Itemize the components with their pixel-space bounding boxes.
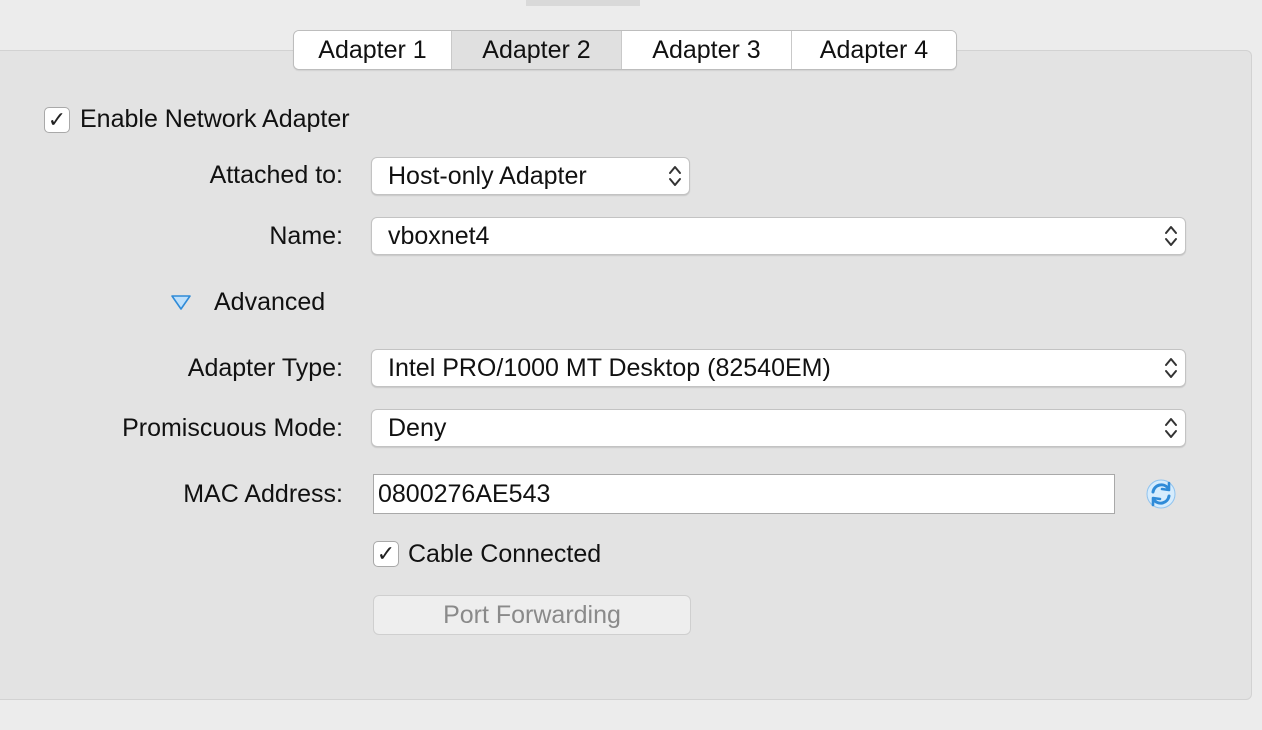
mac-address-field[interactable]: 0800276AE543 xyxy=(373,474,1115,514)
tab-adapter-3[interactable]: Adapter 3 xyxy=(622,31,792,69)
adapter-type-label: Adapter Type: xyxy=(187,354,343,382)
select-arrows-icon xyxy=(1165,358,1177,378)
adapter-type-value: Intel PRO/1000 MT Desktop (82540EM) xyxy=(388,354,831,382)
select-arrows-icon xyxy=(669,166,681,186)
promiscuous-mode-label: Promiscuous Mode: xyxy=(122,414,343,442)
select-arrows-icon xyxy=(1165,418,1177,438)
attached-to-select[interactable]: Host-only Adapter xyxy=(371,157,690,195)
name-select[interactable]: vboxnet4 xyxy=(371,217,1186,255)
promiscuous-mode-value: Deny xyxy=(388,414,447,442)
cable-connected-label: Cable Connected xyxy=(408,540,602,568)
top-divider-stub xyxy=(526,0,640,6)
adapter-type-select[interactable]: Intel PRO/1000 MT Desktop (82540EM) xyxy=(371,349,1186,387)
advanced-label[interactable]: Advanced xyxy=(214,288,325,317)
enable-adapter-label: Enable Network Adapter xyxy=(80,105,350,133)
tab-adapter-1[interactable]: Adapter 1 xyxy=(294,31,452,69)
adapter-tab-bar: Adapter 1 Adapter 2 Adapter 3 Adapter 4 xyxy=(293,30,957,70)
attached-to-value: Host-only Adapter xyxy=(388,162,587,190)
attached-to-label: Attached to: xyxy=(209,161,343,189)
name-label: Name: xyxy=(269,222,343,250)
name-value: vboxnet4 xyxy=(388,222,490,250)
tab-adapter-4[interactable]: Adapter 4 xyxy=(792,31,956,69)
mac-address-label: MAC Address: xyxy=(183,480,343,508)
select-arrows-icon xyxy=(1165,226,1177,246)
enable-adapter-checkbox[interactable]: ✓ xyxy=(44,107,70,133)
port-forwarding-button[interactable]: Port Forwarding xyxy=(373,595,691,635)
tab-adapter-2[interactable]: Adapter 2 xyxy=(452,31,622,69)
refresh-icon[interactable] xyxy=(1145,478,1177,510)
disclosure-triangle-icon[interactable] xyxy=(170,293,192,311)
promiscuous-mode-select[interactable]: Deny xyxy=(371,409,1186,447)
cable-connected-checkbox[interactable]: ✓ xyxy=(373,541,399,567)
